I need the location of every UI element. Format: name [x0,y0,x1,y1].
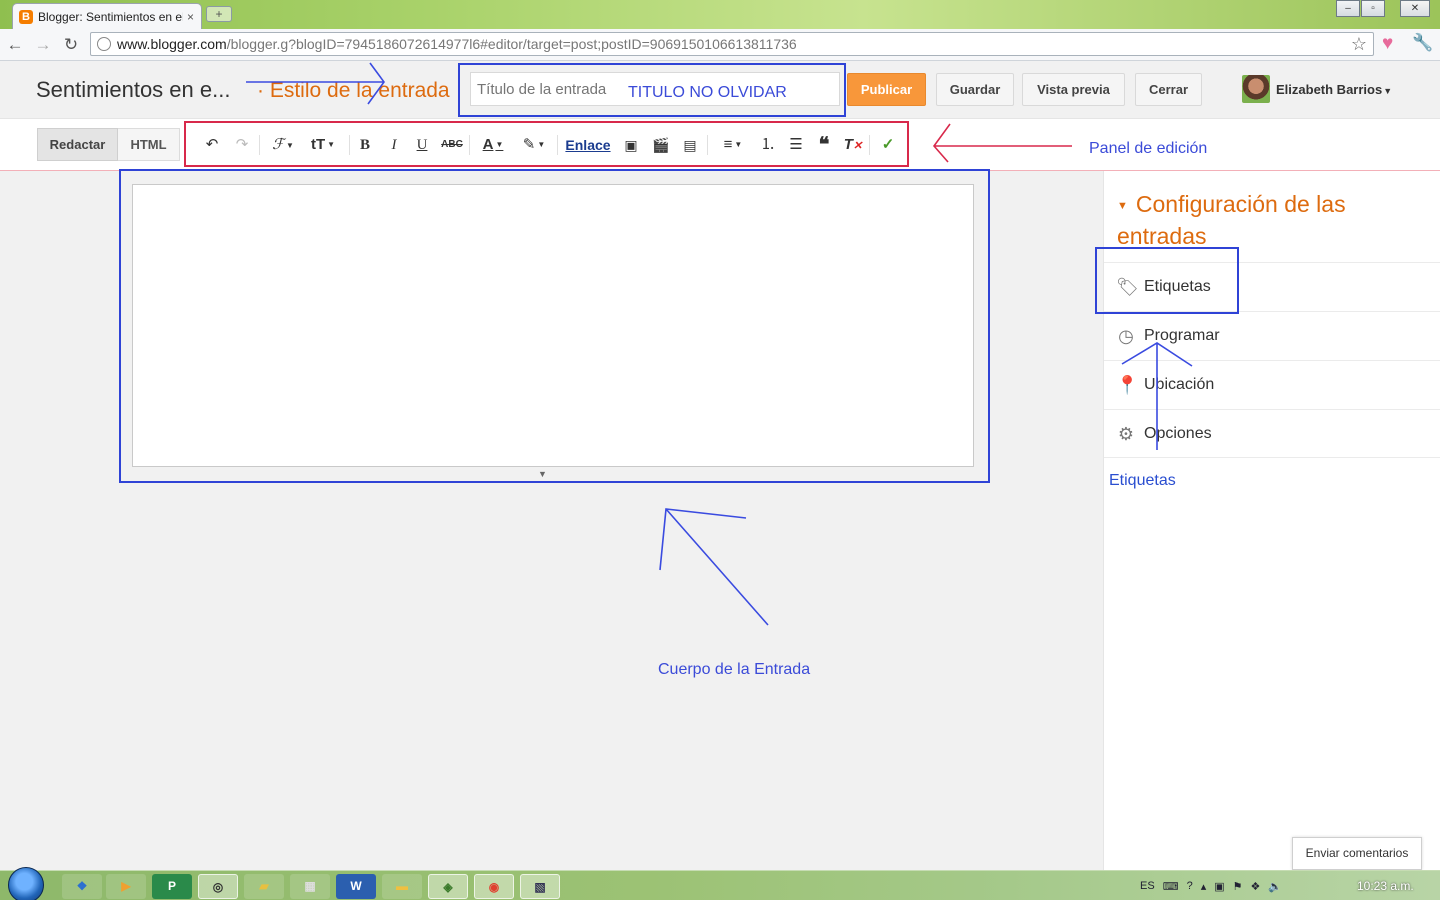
blogger-favicon-icon: B [19,9,33,24]
minimize-button[interactable]: – [1336,0,1360,17]
title-annotation-box [458,63,846,117]
clock-icon: ◷ [1118,326,1134,346]
edit-panel-annotation: Panel de edición [1089,140,1208,157]
language-indicator[interactable]: ES [1140,880,1155,892]
labels-annotation-box [1095,247,1239,314]
windows-taskbar: ❖ ▶ P ◎ ▰ ▦ W ▬ ◈ ◉ ▧ ES ⌨ ? ▴ ▣ ⚑ ❖ 🔈 1… [0,867,1440,900]
network-icon[interactable]: ▣ [1214,880,1224,893]
media-player-app-icon[interactable]: ▶ [106,874,146,899]
dropbox-tray-icon[interactable]: ❖ [1251,880,1261,893]
paint-app-icon[interactable]: ▧ [520,874,560,899]
body-arrow [659,508,769,626]
publisher-app-icon[interactable]: P [152,874,192,899]
publish-button[interactable]: Publicar [847,73,926,106]
system-tray: ES ⌨ ? ▴ ▣ ⚑ ❖ 🔈 [1140,871,1282,900]
volume-icon[interactable]: 🔈 [1268,880,1282,893]
gear-icon: ⚙ [1117,424,1135,444]
chevron-down-icon: ▼ [1383,86,1393,96]
sidebar-item-label: Programar [1144,327,1220,344]
url-host: www.blogger.com [117,36,227,52]
tab-html[interactable]: HTML [118,128,180,161]
wrench-menu-icon[interactable]: 🔧 [1412,33,1433,53]
flag-icon[interactable]: ⚑ [1233,880,1243,893]
explorer-app-icon[interactable]: ▬ [382,874,422,899]
close-button[interactable]: Cerrar [1135,73,1202,106]
browser-toolbar: ← → ↻ www.blogger.com/blogger.g?blogID=7… [0,29,1440,61]
sidebar-item-label: Opciones [1144,425,1212,442]
browser-tab[interactable]: B Blogger: Sentimientos en el × [12,3,202,29]
tab-close-icon[interactable]: × [187,10,194,24]
post-body-annotation: Cuerpo de la Entrada [658,661,811,678]
post-style-label: · Estilo de la entrada [257,79,450,102]
word-app-icon[interactable]: W [336,874,376,899]
sidebar-item-location[interactable]: 📍 Ubicación [1104,360,1440,409]
toolbar-annotation-box [184,121,909,167]
send-feedback-button[interactable]: Enviar comentarios [1292,837,1422,870]
tags-annotation: Etiquetas [1109,472,1176,489]
settings-title[interactable]: ▼ Configuración de las entradas [1117,189,1417,251]
preview-button[interactable]: Vista previa [1022,73,1125,106]
start-button[interactable] [8,867,44,900]
blog-name[interactable]: Sentimientos en e... [36,77,230,103]
save-button[interactable]: Guardar [936,73,1014,106]
settings-title-text: Configuración de las entradas [1117,191,1346,249]
forward-arrow-icon[interactable]: → [32,35,54,55]
sidebar-item-label: Ubicación [1144,376,1215,393]
maximize-button[interactable]: ▫ [1361,0,1385,17]
collapse-arrow-icon: ▼ [1117,199,1128,212]
heart-extension-icon[interactable]: ♥ [1382,33,1393,55]
browser-app-icon[interactable]: ◎ [198,874,238,899]
back-arrow-icon[interactable]: ← [4,35,26,55]
help-icon[interactable]: ? [1187,880,1193,892]
url-path: /blogger.g?blogID=7945186072614977l6#edi… [226,36,797,52]
folders-app-icon[interactable]: ▰ [244,874,284,899]
new-tab-button[interactable]: + [206,6,232,22]
sidebar-item-options[interactable]: ⚙ Opciones [1104,409,1440,458]
chrome-app-icon[interactable]: ◉ [474,874,514,899]
sidebar-item-schedule[interactable]: ◷ Programar [1104,311,1440,360]
user-name: Elizabeth Barrios [1276,82,1383,97]
user-menu[interactable]: Elizabeth Barrios▼ [1276,82,1392,97]
location-pin-icon: 📍 [1116,375,1139,395]
avatar[interactable] [1242,75,1270,103]
tab-compose[interactable]: Redactar [37,128,118,161]
address-bar[interactable]: www.blogger.com/blogger.g?blogID=7945186… [90,32,1374,56]
bookmark-star-icon[interactable]: ☆ [1351,34,1367,55]
browser-tab-strip: B Blogger: Sentimientos en el × + – ▫ ✕ [0,0,1440,29]
page-info-icon [97,37,111,51]
body-annotation-box [119,169,990,483]
tab-title: Blogger: Sentimientos en el [38,9,183,24]
reload-icon[interactable]: ↻ [60,35,82,55]
show-hidden-icons-icon[interactable]: ▴ [1201,880,1207,893]
dropbox-app-icon[interactable]: ❖ [62,874,102,899]
window-close-button[interactable]: ✕ [1400,0,1430,17]
clock[interactable]: 10:23 a.m. [1357,879,1414,893]
keyboard-icon[interactable]: ⌨ [1163,880,1179,893]
evernote-app-icon[interactable]: ◈ [428,874,468,899]
calculator-app-icon[interactable]: ▦ [290,874,330,899]
